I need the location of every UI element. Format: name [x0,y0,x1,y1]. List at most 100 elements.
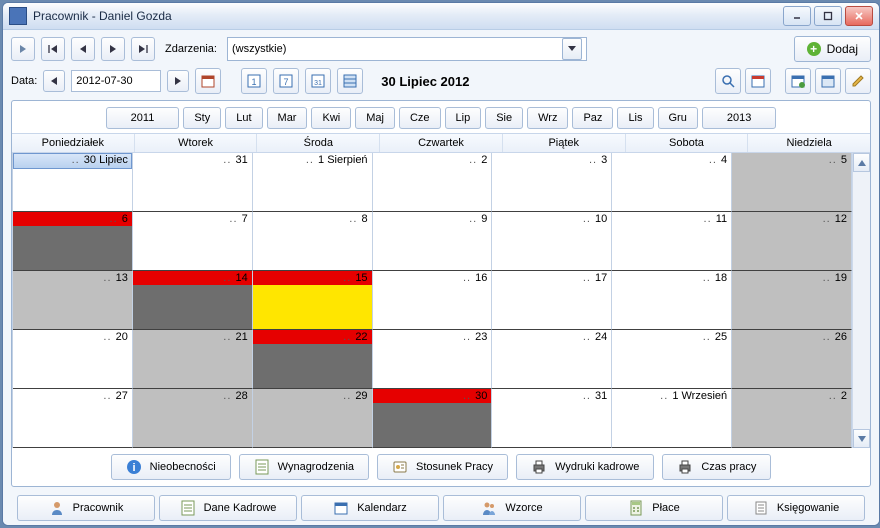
view-31-icon[interactable]: 31 [305,68,331,94]
calendar-cell[interactable]: .. 16 [373,271,493,330]
next-button[interactable] [101,37,125,61]
calendar-cell[interactable]: .. 30 Lipiec [13,153,133,212]
calendar-cell[interactable]: .. 7 [133,212,253,271]
calendar-cell[interactable]: .. 6 [13,212,133,271]
action-wynagrodzenia[interactable]: Wynagrodzenia [239,454,369,480]
month-button-wrz[interactable]: Wrz [527,107,568,129]
year-next-button[interactable]: 2013 [702,107,776,129]
calendar-cell[interactable]: .. 11 [612,212,732,271]
combo-drop-icon[interactable] [562,38,582,60]
actions-bar: iNieobecności Wynagrodzenia Stosunek Pracy… [12,448,870,486]
action-wydruki-kadrowe[interactable]: Wydruki kadrowe [516,454,654,480]
search-icon[interactable] [715,68,741,94]
date-prev-button[interactable] [43,70,65,92]
sheet-icon [254,459,270,475]
calendar-cell[interactable]: .. 20 [13,330,133,389]
scrollbar[interactable] [852,153,870,448]
month-button-lut[interactable]: Lut [225,107,262,129]
month-button-mar[interactable]: Mar [267,107,308,129]
prev-button[interactable] [71,37,95,61]
calendar-picker-icon[interactable] [195,68,221,94]
calendar-cell[interactable]: .. 17 [492,271,612,330]
calendar-cell[interactable]: .. 31 [133,153,253,212]
minimize-button[interactable] [783,6,811,26]
calendar-cell[interactable]: .. 23 [373,330,493,389]
window-title: Pracownik - Daniel Gozda [33,9,783,23]
tab-dane-kadrowe[interactable]: Dane Kadrowe [159,495,297,521]
calendar-cell[interactable]: .. 21 [133,330,253,389]
calendar-cell[interactable]: .. 28 [133,389,253,448]
view-grid-icon[interactable] [337,68,363,94]
day-header-cell: Niedziela [748,134,870,152]
action-stosunek-pracy[interactable]: Stosunek Pracy [377,454,508,480]
month-button-sty[interactable]: Sty [183,107,221,129]
date-input[interactable]: 2012-07-30 [71,70,161,92]
calendar-cell[interactable]: .. 30 [373,389,493,448]
calendar-cell[interactable]: .. 1 Wrzesień [612,389,732,448]
month-button-maj[interactable]: Maj [355,107,395,129]
calendar-cell[interactable]: .. 22 [253,330,373,389]
events-combo[interactable]: (wszystkie) [227,37,587,61]
month-button-paz[interactable]: Paz [572,107,613,129]
tab-pracownik[interactable]: Pracownik [17,495,155,521]
calendar-cell[interactable]: .. 29 [253,389,373,448]
scroll-track[interactable] [853,172,870,429]
tool-cal-blue-icon[interactable] [785,68,811,94]
view-7-icon[interactable]: 7 [273,68,299,94]
add-button[interactable]: + Dodaj [794,36,871,62]
tab-kalendarz[interactable]: Kalendarz [301,495,439,521]
calendar-cell[interactable]: .. 8 [253,212,373,271]
tab-wzorce[interactable]: Wzorce [443,495,581,521]
calendar-cell[interactable]: .. 5 [732,153,852,212]
action-nieobecności[interactable]: iNieobecności [111,454,231,480]
calendar-cell[interactable]: .. 2 [373,153,493,212]
calendar-cell[interactable]: .. 9 [373,212,493,271]
day-header-cell: Środa [257,134,380,152]
app-icon [9,7,27,25]
month-button-cze[interactable]: Cze [399,107,441,129]
last-button[interactable] [131,37,155,61]
calendar-cell[interactable]: .. 1 Sierpień [253,153,373,212]
person-icon [49,500,65,516]
tab-księgowanie[interactable]: Księgowanie [727,495,865,521]
calendar-cell[interactable]: .. 12 [732,212,852,271]
calendar-cell[interactable]: .. 25 [612,330,732,389]
view-1-icon[interactable]: 1 [241,68,267,94]
calendar-cell[interactable]: .. 27 [13,389,133,448]
play-button[interactable] [11,37,35,61]
edit-pencil-icon[interactable] [845,68,871,94]
calendar-cell[interactable]: .. 3 [492,153,612,212]
data-label: Data: [11,75,37,87]
close-button[interactable] [845,6,873,26]
scroll-up-icon[interactable] [853,153,870,172]
calendar-cell[interactable]: .. 15 [253,271,373,330]
scroll-down-icon[interactable] [853,429,870,448]
calendar-cell[interactable]: .. 10 [492,212,612,271]
year-prev-button[interactable]: 2011 [106,107,180,129]
titlebar: Pracownik - Daniel Gozda [3,3,879,30]
calendar-cell[interactable]: .. 24 [492,330,612,389]
date-next-button[interactable] [167,70,189,92]
maximize-button[interactable] [814,6,842,26]
month-button-gru[interactable]: Gru [658,107,698,129]
month-button-lis[interactable]: Lis [617,107,653,129]
tool-cal-red-icon[interactable] [745,68,771,94]
month-button-sie[interactable]: Sie [485,107,523,129]
calendar-cell[interactable]: .. 14 [133,271,253,330]
calendar-cell[interactable]: .. 2 [732,389,852,448]
people-icon [481,500,497,516]
calendar-cell[interactable]: .. 31 [492,389,612,448]
calendar-cell[interactable]: .. 26 [732,330,852,389]
printer-icon [677,459,693,475]
current-date-display: 30 Lipiec 2012 [369,74,469,89]
calendar-cell[interactable]: .. 4 [612,153,732,212]
month-button-kwi[interactable]: Kwi [311,107,351,129]
calendar-cell[interactable]: .. 19 [732,271,852,330]
calendar-cell[interactable]: .. 13 [13,271,133,330]
tab-płace[interactable]: Płace [585,495,723,521]
month-button-lip[interactable]: Lip [445,107,482,129]
tool-cal-plain-icon[interactable] [815,68,841,94]
calendar-cell[interactable]: .. 18 [612,271,732,330]
first-button[interactable] [41,37,65,61]
action-czas-pracy[interactable]: Czas pracy [662,454,771,480]
